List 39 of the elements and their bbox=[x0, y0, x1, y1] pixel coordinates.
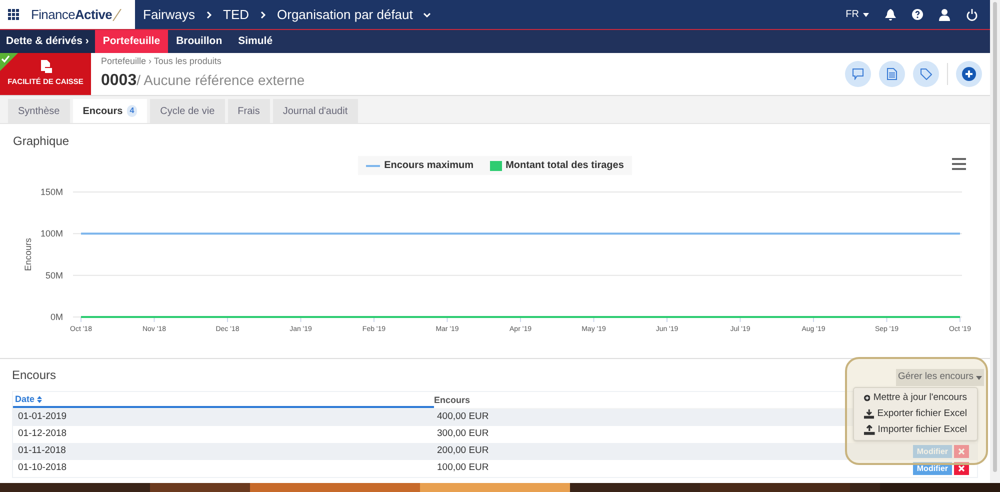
sub-navigation-tab[interactable]: Brouillon bbox=[168, 30, 230, 53]
tab[interactable]: Encours 4 bbox=[72, 99, 148, 123]
y-tick-label: 100M bbox=[40, 228, 63, 239]
table-cell-text: 01-01-2019 bbox=[17, 410, 68, 424]
count-badge: 4 bbox=[126, 105, 138, 117]
table-cell-text: 01-11-2018 bbox=[17, 444, 67, 458]
breadcrumb-link[interactable]: TED bbox=[223, 4, 250, 24]
table-cell-text: 100,00 EUR bbox=[437, 461, 489, 476]
sub-navigation-tab[interactable]: Simulé bbox=[230, 30, 281, 53]
legend-label[interactable]: Encours maximum bbox=[384, 158, 474, 173]
product-number: 0003 bbox=[101, 70, 137, 91]
tab[interactable]: Journal d'audit bbox=[272, 99, 358, 123]
column-header: Encours bbox=[434, 394, 470, 406]
table-cell-text: 200,00 EUR bbox=[437, 444, 489, 458]
product-reference: / Aucune référence externe bbox=[136, 70, 305, 90]
table-cell-text: 01-12-2018 bbox=[17, 427, 68, 442]
breadcrumb-link[interactable]: Fairways bbox=[143, 4, 196, 24]
y-tick-label: 50M bbox=[45, 270, 63, 280]
language-selector[interactable]: FR bbox=[846, 7, 869, 22]
legend-label[interactable]: Montant total des tirages bbox=[506, 158, 624, 173]
section-link[interactable]: Dette & dérivés › bbox=[0, 30, 95, 53]
y-tick-label: 0M bbox=[50, 312, 63, 322]
section-title: Encours bbox=[12, 367, 56, 384]
menu-item[interactable]: Exporter fichier Excel bbox=[854, 406, 977, 422]
y-axis-title: Encours bbox=[23, 238, 33, 272]
tab[interactable]: Cycle de vie bbox=[150, 99, 225, 123]
menu-item[interactable]: Importer fichier Excel bbox=[854, 422, 977, 438]
tab[interactable]: Frais bbox=[228, 99, 270, 123]
manage-dropdown-button[interactable]: Gérer les encours bbox=[896, 369, 984, 386]
product-breadcrumb[interactable]: Portefeuille › Tous les produits bbox=[101, 55, 305, 69]
y-tick-label: 150M bbox=[40, 187, 63, 197]
tab[interactable]: Synthèse bbox=[8, 99, 70, 123]
table-cell-text: 300,00 EUR bbox=[437, 427, 489, 442]
breadcrumb-link[interactable]: Organisation par défaut bbox=[277, 4, 413, 24]
sub-navigation-tab[interactable]: Portefeuille bbox=[94, 30, 168, 53]
table-cell-text: 01-10-2018 bbox=[17, 461, 68, 476]
table-cell-text: 400,00 EUR bbox=[437, 410, 489, 424]
menu-item[interactable]: Mettre à jour l'encours bbox=[854, 390, 977, 406]
section-title: Graphique bbox=[12, 133, 70, 150]
